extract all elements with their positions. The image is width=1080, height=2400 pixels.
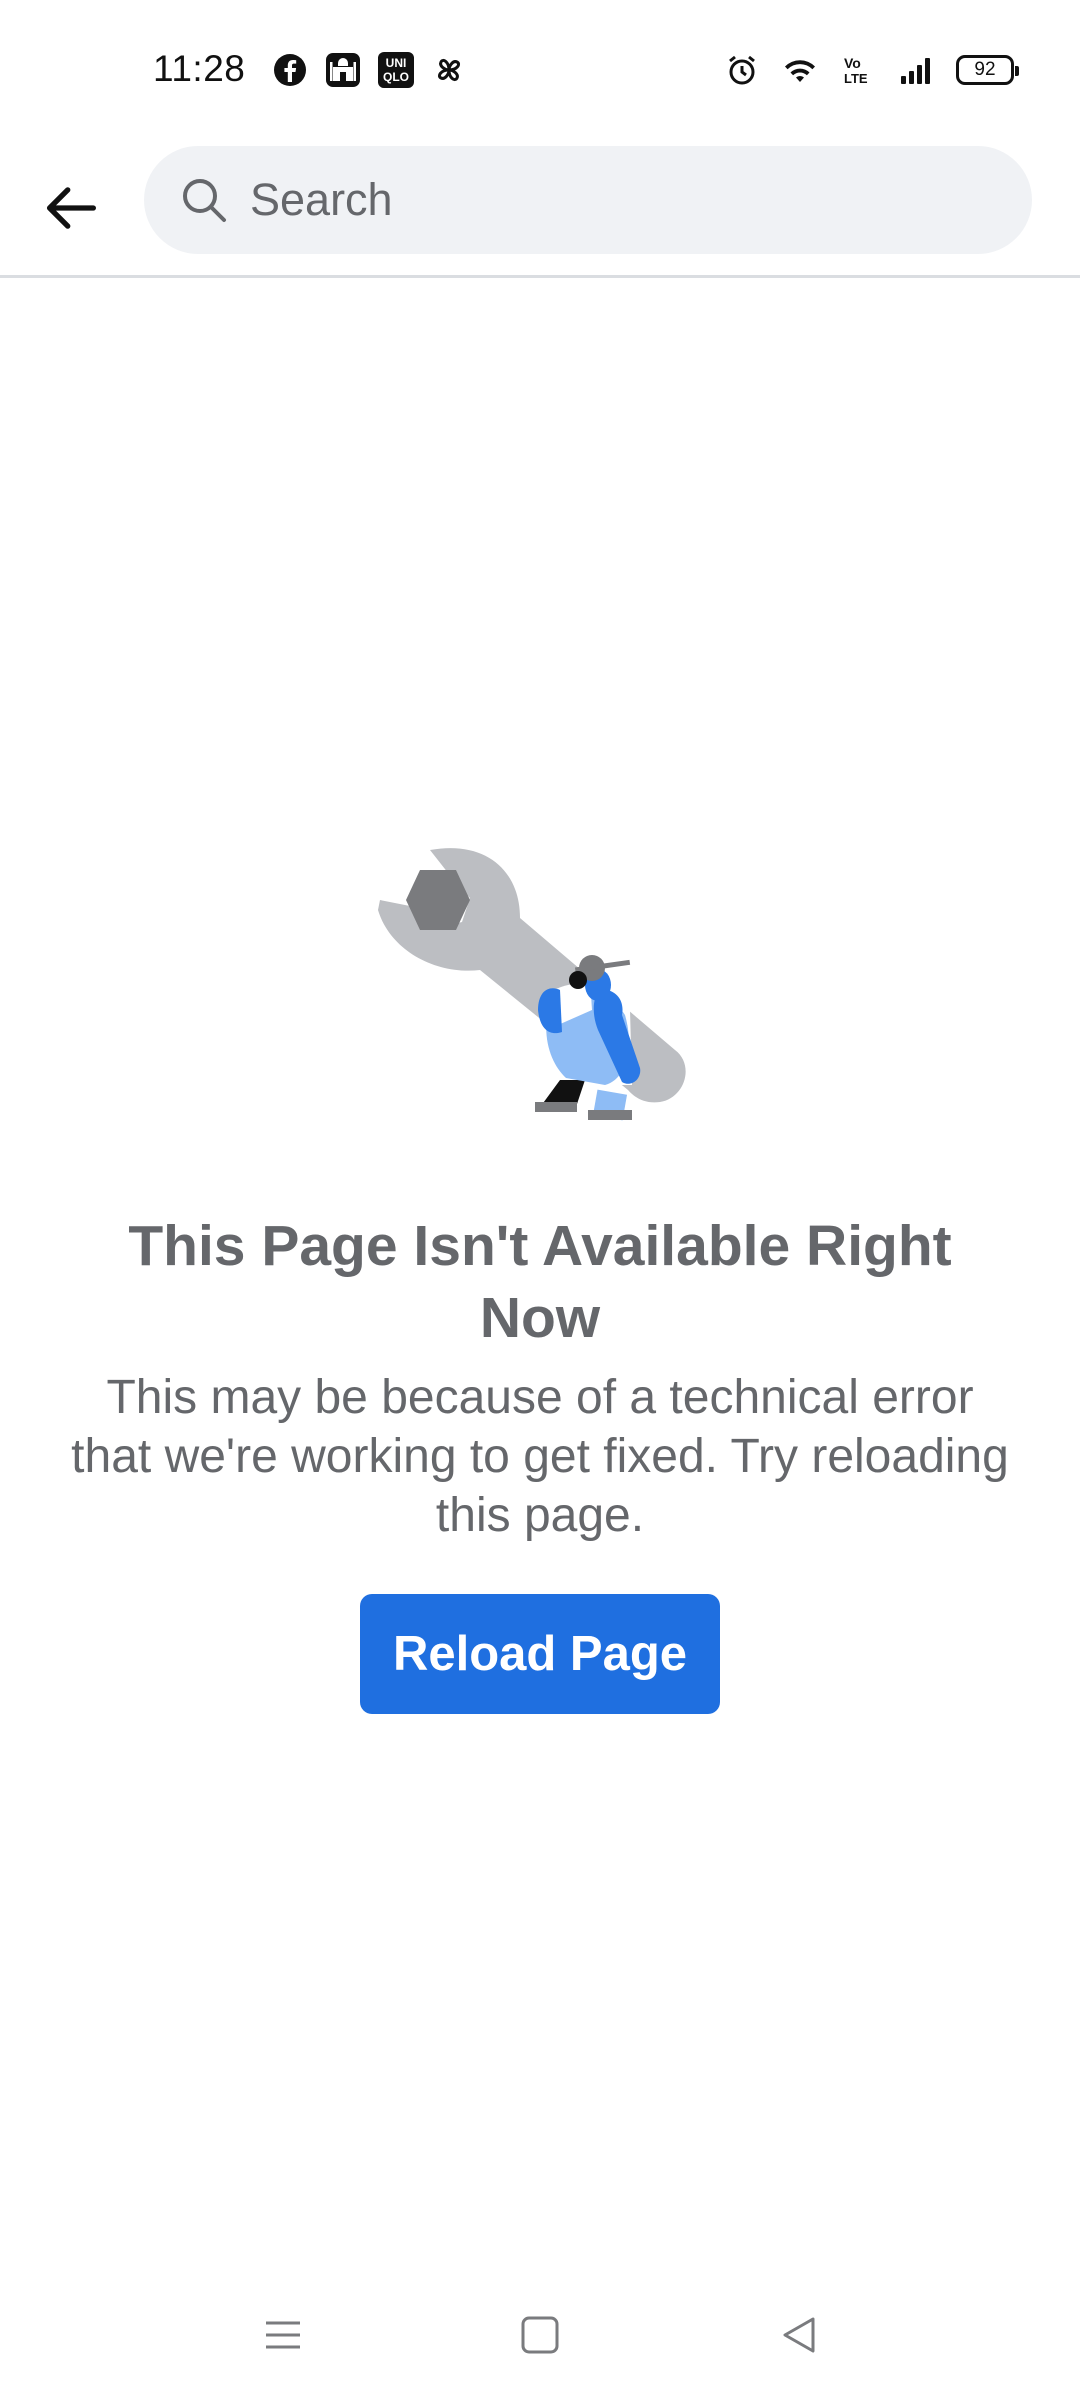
back-button[interactable] (32, 168, 112, 248)
uniqlo-badge-line-2: QLO (383, 70, 409, 84)
svg-text:LTE: LTE (844, 71, 868, 86)
arrow-left-icon (46, 187, 97, 229)
search-icon (183, 179, 226, 222)
error-title: This Page Isn't Available Right Now (128, 1214, 952, 1350)
back-triangle-icon (783, 2317, 815, 2353)
wifi-icon (782, 52, 818, 88)
person-carrying-wrench-illustration (378, 848, 686, 1121)
notification-icons: UNI QLO (272, 52, 467, 88)
battery-icon: 92 (956, 55, 1019, 85)
search-box[interactable] (144, 146, 1032, 254)
svg-text:Vo: Vo (844, 55, 861, 71)
error-message: This may be because of a technical error… (71, 1371, 1009, 1542)
uniqlo-badge-line-1: UNI (385, 56, 407, 70)
facebook-icon (272, 52, 308, 88)
page: 11:28 UNI QLO Vo LTE 92 Search This Page… (0, 0, 1080, 2400)
home-square-icon (521, 2316, 559, 2354)
pinwheel-app-icon (431, 52, 467, 88)
reload-page-button[interactable]: Reload Page (360, 1594, 720, 1714)
wrench-shape (378, 848, 686, 1103)
search-header (0, 140, 1080, 278)
status-bar: 11:28 UNI QLO Vo LTE 92 (0, 0, 1080, 140)
mosque-app-icon (325, 52, 361, 88)
home-button[interactable] (505, 2300, 575, 2370)
status-time: 11:28 (153, 48, 246, 89)
back-nav-button[interactable] (764, 2300, 834, 2370)
system-navigation-bar (0, 2290, 1080, 2380)
alarm-icon (724, 52, 760, 88)
uniqlo-app-icon: UNI QLO (378, 52, 414, 88)
signal-icon (898, 52, 934, 88)
search-input[interactable] (250, 174, 950, 226)
volte-icon: Vo LTE (840, 52, 876, 88)
system-icons: Vo LTE 92 (724, 52, 1019, 88)
menu-button[interactable] (248, 2300, 318, 2370)
menu-icon (266, 2321, 300, 2349)
